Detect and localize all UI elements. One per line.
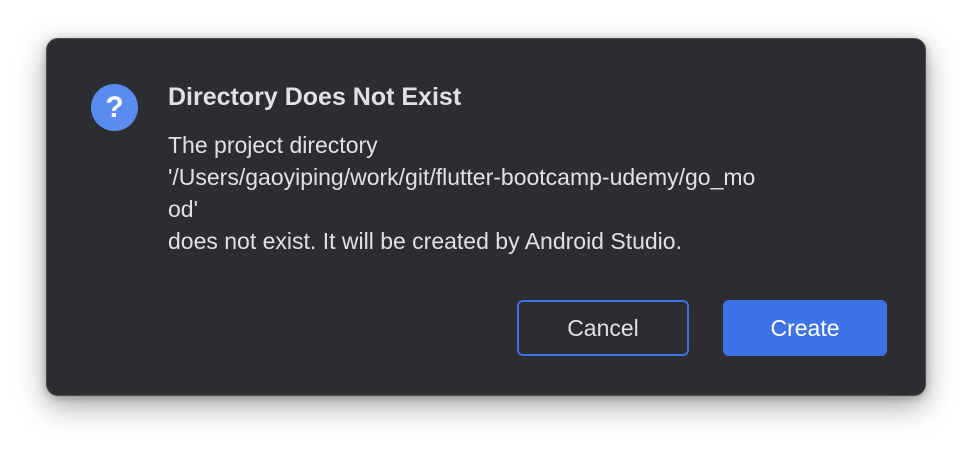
dialog-title: Directory Does Not Exist: [168, 83, 462, 111]
message-line: od': [168, 196, 198, 222]
dialog-message: The project directory '/Users/gaoyiping/…: [168, 129, 898, 257]
cancel-button[interactable]: Cancel: [517, 300, 689, 356]
message-line: '/Users/gaoyiping/work/git/flutter-bootc…: [168, 164, 756, 190]
create-button[interactable]: Create: [723, 300, 887, 356]
message-line: The project directory: [168, 132, 378, 158]
question-icon: ?: [91, 84, 138, 131]
directory-not-exist-dialog: ? Directory Does Not Exist The project d…: [46, 38, 926, 396]
message-line: does not exist. It will be created by An…: [168, 228, 682, 254]
